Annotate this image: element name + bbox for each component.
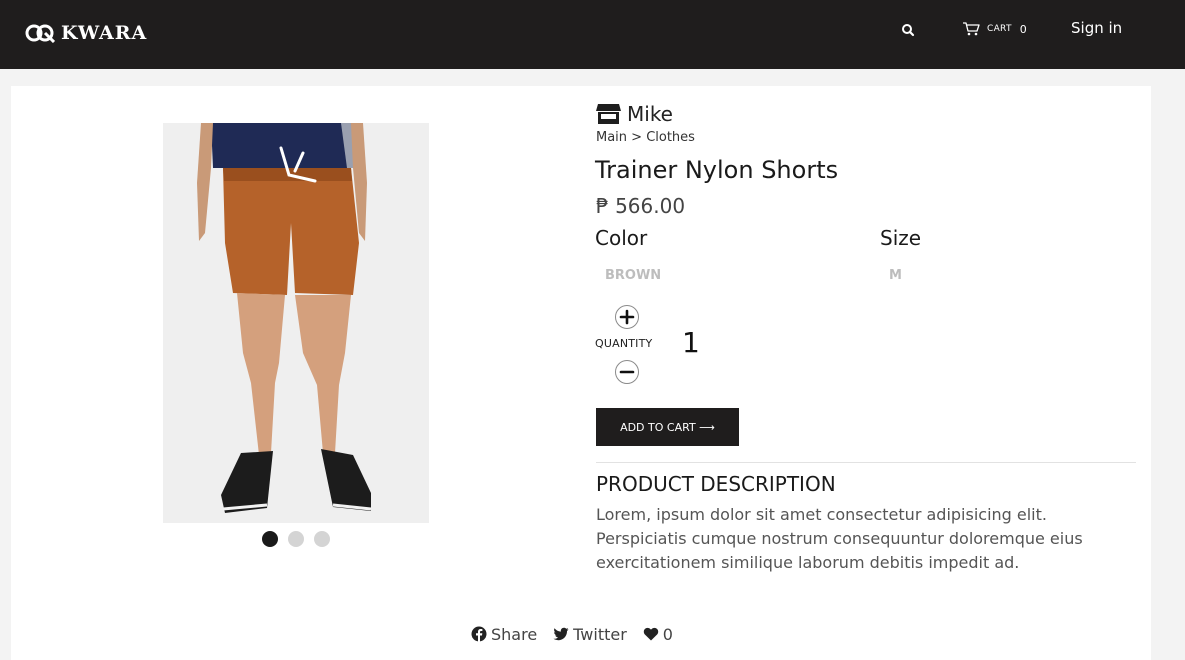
facebook-icon bbox=[471, 626, 487, 642]
store-name: Mike bbox=[627, 102, 673, 126]
search-icon[interactable] bbox=[900, 22, 916, 38]
carousel-dot-3[interactable] bbox=[314, 531, 330, 547]
cart-count-badge: 0 bbox=[1019, 22, 1027, 36]
brand-name: KWARA bbox=[61, 22, 148, 44]
quantity-decrease-button[interactable] bbox=[615, 360, 639, 384]
cart-icon bbox=[963, 22, 980, 36]
store-icon bbox=[596, 104, 621, 124]
image-carousel-dots bbox=[262, 531, 340, 547]
product-photo-shorts bbox=[163, 123, 429, 523]
sign-in-link[interactable]: Sign in bbox=[1071, 19, 1122, 37]
like-button[interactable]: 0 bbox=[643, 625, 673, 644]
heart-icon bbox=[643, 627, 658, 641]
quantity-value[interactable]: 1 bbox=[682, 326, 700, 359]
product-description-heading: PRODUCT DESCRIPTION bbox=[596, 472, 836, 496]
color-heading: Color bbox=[595, 226, 648, 250]
top-navigation-bar: KWARA CART 0 Sign in bbox=[0, 0, 1185, 69]
add-to-cart-button[interactable]: ADD TO CART ⟶ bbox=[596, 408, 739, 446]
twitter-icon bbox=[553, 627, 569, 641]
breadcrumb: Main > Clothes bbox=[596, 130, 695, 145]
size-heading: Size bbox=[880, 226, 922, 250]
quantity-increase-button[interactable] bbox=[615, 305, 639, 329]
twitter-label: Twitter bbox=[573, 624, 627, 644]
section-divider bbox=[596, 462, 1136, 463]
cart-link[interactable]: CART 0 bbox=[962, 20, 1027, 38]
plus-icon bbox=[619, 309, 635, 325]
product-price: ₱ 566.00 bbox=[596, 194, 686, 218]
share-label: Share bbox=[491, 624, 538, 644]
product-image[interactable] bbox=[163, 123, 429, 523]
store-link[interactable]: Mike bbox=[596, 101, 673, 127]
product-title: Trainer Nylon Shorts bbox=[595, 156, 839, 184]
social-actions: Share Twitter 0 bbox=[471, 624, 689, 644]
color-option-brown[interactable]: BROWN bbox=[605, 268, 661, 283]
product-card: Mike Main > Clothes Trainer Nylon Shorts… bbox=[11, 86, 1151, 660]
quantity-label: QUANTITY bbox=[595, 337, 653, 350]
share-button[interactable]: Share bbox=[471, 625, 537, 644]
cart-label: CART bbox=[987, 24, 1012, 34]
likes-count: 0 bbox=[662, 624, 673, 644]
size-option-m[interactable]: M bbox=[889, 268, 902, 283]
brand-logo[interactable]: KWARA bbox=[25, 21, 147, 45]
product-description-text: Lorem, ipsum dolor sit amet consectetur … bbox=[596, 505, 1083, 572]
kwara-logo-icon bbox=[25, 24, 55, 43]
carousel-dot-2[interactable] bbox=[288, 531, 304, 547]
minus-icon bbox=[619, 370, 635, 374]
carousel-dot-1[interactable] bbox=[262, 531, 278, 547]
twitter-button[interactable]: Twitter bbox=[553, 625, 627, 644]
